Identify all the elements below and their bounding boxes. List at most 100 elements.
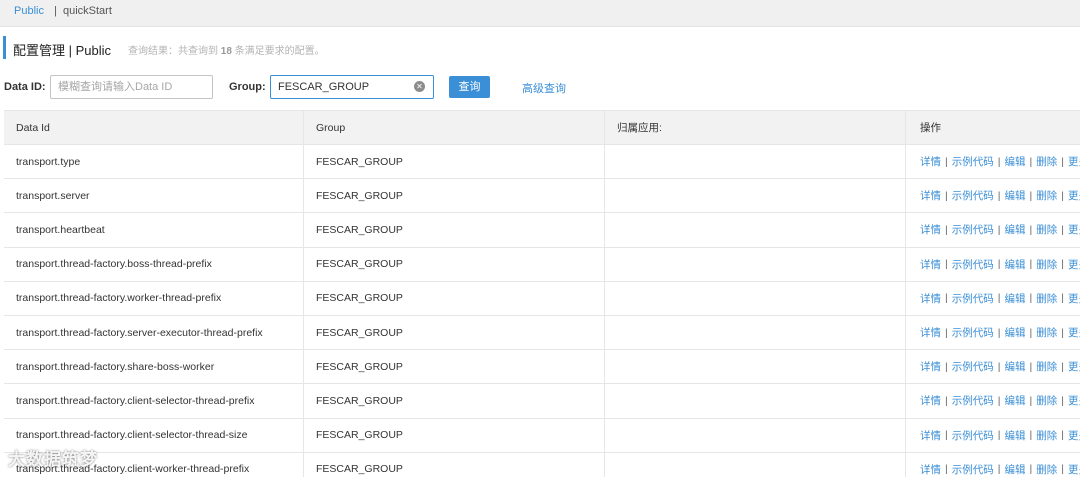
group-cell: FESCAR_GROUP (304, 145, 605, 179)
sample-code-link[interactable]: 示例代码 (952, 222, 994, 237)
edit-link[interactable]: 编辑 (1004, 222, 1025, 237)
action-separator: | (945, 394, 948, 407)
edit-link[interactable]: 编辑 (1004, 428, 1025, 443)
table-header: Data Id Group 归属应用: 操作 (4, 111, 1080, 145)
data-id-cell: transport.thread-factory.client-selector… (4, 384, 304, 418)
table-row: transport.type FESCAR_GROUP 详情 | 示例代码 | 编辑 | 删除 |… (4, 145, 1080, 180)
namespace-quickstart-link[interactable]: | quickStart (54, 5, 112, 17)
group-input[interactable] (270, 75, 434, 99)
sample-code-link[interactable]: 示例代码 (952, 359, 994, 374)
more-link[interactable]: 更多 (1068, 154, 1080, 169)
data-id-label: Data ID: (4, 81, 46, 93)
data-id-cell: transport.thread-factory.boss-thread-pre… (4, 247, 304, 281)
delete-link[interactable]: 删除 (1036, 222, 1057, 237)
more-link[interactable]: 更多 (1068, 222, 1080, 237)
detail-link[interactable]: 详情 (920, 462, 941, 477)
app-cell (605, 247, 906, 281)
table-body: transport.type FESCAR_GROUP 详情 | 示例代码 | 编辑 | 删除 |… (4, 145, 1080, 477)
more-link[interactable]: 更多 (1068, 462, 1080, 477)
delete-link[interactable]: 删除 (1036, 393, 1057, 408)
delete-link[interactable]: 删除 (1036, 359, 1057, 374)
detail-link[interactable]: 详情 (920, 393, 941, 408)
delete-link[interactable]: 删除 (1036, 188, 1057, 203)
actions-cell: 详情|示例代码|编辑|删除|更多 (906, 419, 1080, 452)
delete-link[interactable]: 删除 (1036, 291, 1057, 306)
group-cell: FESCAR_GROUP (304, 384, 605, 418)
detail-link[interactable]: 详情 (920, 325, 941, 340)
edit-link[interactable]: 编辑 (1004, 188, 1025, 203)
result-count: 18 (220, 46, 232, 57)
action-separator: | (1029, 429, 1033, 442)
action-separator: | (945, 292, 948, 305)
edit-link[interactable]: 编辑 (1004, 462, 1025, 477)
actions-cell: 详情|示例代码|编辑|删除|更多 (906, 179, 1080, 212)
sample-code-link[interactable]: 示例代码 (952, 154, 994, 169)
group-cell: FESCAR_GROUP (304, 247, 605, 281)
sample-code-link[interactable]: 示例代码 (952, 291, 994, 306)
sample-code-link[interactable]: 示例代码 (952, 462, 994, 477)
table-row: transport.thread-factory.server-executor… (4, 315, 1080, 351)
sample-code-link[interactable]: 示例代码 (952, 393, 994, 408)
detail-link[interactable]: 详情 (920, 428, 941, 443)
app-cell (605, 281, 906, 315)
action-separator: | (945, 155, 948, 168)
clear-icon[interactable]: ✕ (414, 81, 425, 92)
namespace-separator: | (54, 5, 57, 17)
table-row: transport.thread-factory.share-boss-work… (4, 350, 1080, 385)
actions-cell: 详情|示例代码|编辑|删除|更多 (906, 213, 1080, 246)
query-button[interactable]: 查询 (449, 76, 490, 98)
detail-link[interactable]: 详情 (920, 222, 941, 237)
action-separator: | (945, 463, 948, 476)
actions-cell: 详情|示例代码|编辑|删除|更多 (906, 282, 1080, 315)
sample-code-link[interactable]: 示例代码 (952, 428, 994, 443)
detail-link[interactable]: 详情 (920, 291, 941, 306)
data-id-cell: transport.type (4, 145, 304, 179)
sample-code-link[interactable]: 示例代码 (952, 257, 994, 272)
more-link[interactable]: 更多 (1068, 325, 1080, 340)
more-link[interactable]: 更多 (1068, 291, 1080, 306)
delete-link[interactable]: 删除 (1036, 154, 1057, 169)
more-link[interactable]: 更多 (1068, 359, 1080, 374)
edit-link[interactable]: 编辑 (1004, 393, 1025, 408)
actions-cell: 详情|示例代码|编辑|删除|更多 (906, 316, 1080, 349)
delete-link[interactable]: 删除 (1036, 325, 1057, 340)
action-separator: | (945, 360, 948, 373)
action-separator: | (1061, 155, 1064, 168)
action-separator: | (1061, 360, 1064, 373)
title-accent-bar (3, 36, 6, 59)
delete-link[interactable]: 删除 (1036, 462, 1057, 477)
column-header-actions: 操作 (920, 122, 941, 134)
edit-link[interactable]: 编辑 (1004, 325, 1025, 340)
detail-link[interactable]: 详情 (920, 257, 941, 272)
detail-link[interactable]: 详情 (920, 188, 941, 203)
action-separator: | (997, 258, 1001, 271)
edit-link[interactable]: 编辑 (1004, 257, 1025, 272)
detail-link[interactable]: 详情 (920, 154, 941, 169)
more-link[interactable]: 更多 (1068, 188, 1080, 203)
column-header-data-id: Data Id (4, 111, 304, 144)
table-row: transport.thread-factory.client-selector… (4, 384, 1080, 419)
action-separator: | (997, 223, 1001, 236)
group-cell: FESCAR_GROUP (304, 179, 605, 213)
more-link[interactable]: 更多 (1068, 428, 1080, 443)
action-separator: | (1061, 223, 1064, 236)
namespace-public-link[interactable]: Public (14, 5, 44, 17)
advanced-query-link[interactable]: 高级查询 (522, 80, 566, 96)
delete-link[interactable]: 删除 (1036, 257, 1057, 272)
edit-link[interactable]: 编辑 (1004, 154, 1025, 169)
detail-link[interactable]: 详情 (920, 359, 941, 374)
sample-code-link[interactable]: 示例代码 (952, 325, 994, 340)
edit-link[interactable]: 编辑 (1004, 359, 1025, 374)
more-link[interactable]: 更多 (1068, 393, 1080, 408)
more-link[interactable]: 更多 (1068, 257, 1080, 272)
delete-link[interactable]: 删除 (1036, 428, 1057, 443)
app-cell (605, 179, 906, 213)
data-id-input[interactable] (50, 75, 213, 99)
app-cell (605, 145, 906, 179)
action-separator: | (1061, 189, 1064, 202)
edit-link[interactable]: 编辑 (1004, 291, 1025, 306)
action-separator: | (1061, 292, 1064, 305)
sample-code-link[interactable]: 示例代码 (952, 188, 994, 203)
group-cell: FESCAR_GROUP (304, 418, 605, 452)
action-separator: | (997, 189, 1001, 202)
